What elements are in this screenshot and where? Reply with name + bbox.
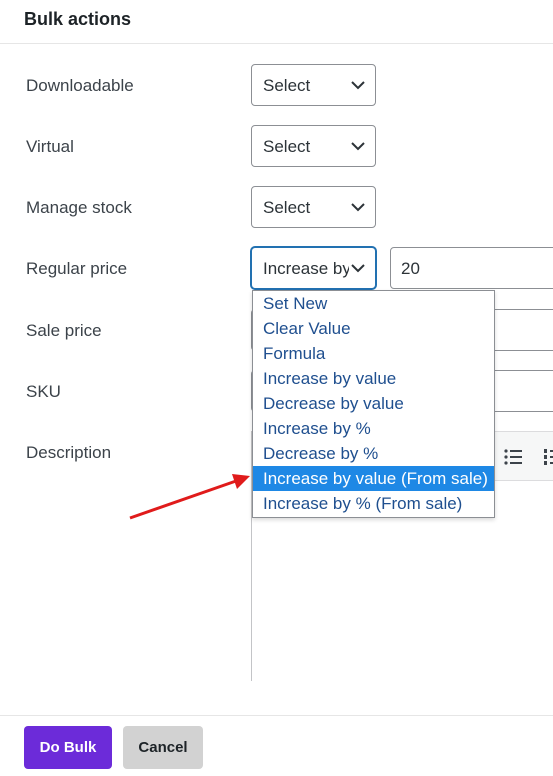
virtual-select[interactable]: Select — [251, 125, 376, 167]
cancel-button[interactable]: Cancel — [123, 726, 203, 769]
sku-label: SKU — [26, 382, 61, 401]
option-increase-by-percent[interactable]: Increase by % — [253, 416, 494, 441]
option-increase-by-percent-from-sale[interactable]: Increase by % (From sale) — [253, 491, 494, 516]
chevron-down-icon — [351, 142, 365, 151]
regular-price-operation-select[interactable]: Increase by value (From sale) — [251, 247, 376, 289]
manage-stock-label: Manage stock — [26, 198, 132, 217]
downloadable-select[interactable]: Select — [251, 64, 376, 106]
dialog-title: Bulk actions — [24, 9, 132, 29]
regular-price-operation-dropdown: Set New Clear Value Formula Increase by … — [252, 290, 495, 518]
numbered-list-icon[interactable] — [543, 447, 553, 467]
dialog-header: Bulk actions — [0, 0, 553, 44]
manage-stock-select-value: Select — [263, 198, 311, 217]
option-decrease-by-percent[interactable]: Decrease by % — [253, 441, 494, 466]
description-label: Description — [26, 443, 112, 462]
regular-price-amount-input[interactable]: 20 — [390, 247, 553, 289]
chevron-down-icon — [351, 264, 365, 273]
sale-price-label: Sale price — [26, 321, 102, 340]
option-clear-value[interactable]: Clear Value — [253, 316, 494, 341]
option-formula[interactable]: Formula — [253, 341, 494, 366]
downloadable-select-value: Select — [263, 76, 311, 95]
do-bulk-button[interactable]: Do Bulk — [24, 726, 112, 769]
chevron-down-icon — [351, 81, 365, 90]
regular-price-operation-value: Increase by value (From sale) — [263, 259, 349, 278]
manage-stock-select[interactable]: Select — [251, 186, 376, 228]
virtual-select-value: Select — [263, 137, 311, 156]
option-increase-by-value[interactable]: Increase by value — [253, 366, 494, 391]
virtual-label: Virtual — [26, 137, 74, 156]
option-set-new[interactable]: Set New — [253, 291, 494, 316]
downloadable-label: Downloadable — [26, 76, 134, 95]
regular-price-label: Regular price — [26, 259, 128, 278]
option-decrease-by-value[interactable]: Decrease by value — [253, 391, 494, 416]
bulleted-list-icon[interactable] — [503, 447, 523, 467]
chevron-down-icon — [351, 203, 365, 212]
option-increase-by-value-from-sale[interactable]: Increase by value (From sale) — [253, 466, 494, 491]
